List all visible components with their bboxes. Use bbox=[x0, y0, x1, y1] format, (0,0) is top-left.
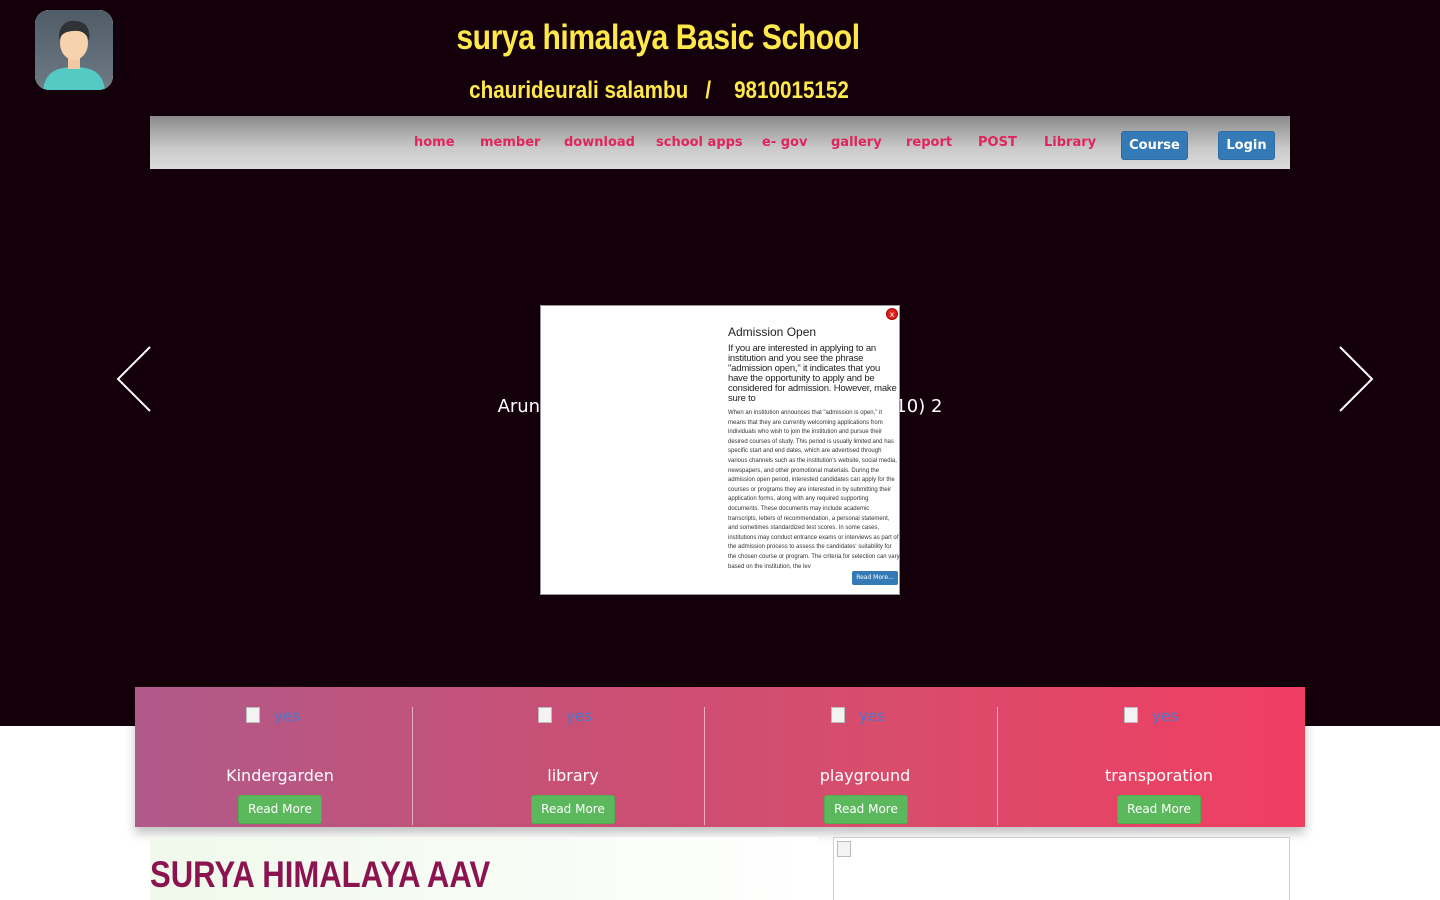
read-more-button-transporation[interactable]: Read More bbox=[1117, 795, 1201, 824]
read-more-button-playground[interactable]: Read More bbox=[824, 795, 908, 824]
popup-intro-text: If you are interested in applying to an … bbox=[728, 343, 897, 404]
nav-library[interactable]: Library bbox=[1044, 135, 1096, 150]
about-section-heading: SURYA HIMALAYA AAV bbox=[150, 854, 491, 895]
popup-title: Admission Open bbox=[728, 325, 817, 339]
feature-image-kindergarden: yes bbox=[246, 707, 300, 727]
popup-read-more-button[interactable]: Read More... bbox=[852, 571, 898, 585]
broken-image-icon bbox=[831, 707, 845, 723]
admission-popup: x Admission Open If you are interested i… bbox=[540, 305, 900, 595]
nav-download[interactable]: download bbox=[564, 135, 635, 150]
feature-divider bbox=[997, 707, 998, 825]
broken-image-icon bbox=[246, 707, 260, 723]
nav-post[interactable]: POST bbox=[978, 135, 1017, 150]
about-section-image bbox=[833, 837, 1290, 900]
feature-image-transporation: yes bbox=[1124, 707, 1178, 727]
nav-home[interactable]: home bbox=[414, 135, 455, 150]
main-navbar: home member download school apps e- gov … bbox=[150, 116, 1290, 169]
features-band: yes yes yes yes Kindergarden library pla… bbox=[135, 687, 1305, 827]
feature-label-library: library bbox=[547, 766, 599, 785]
feature-label-kindergarden: Kindergarden bbox=[226, 766, 334, 785]
chevron-left-icon[interactable] bbox=[116, 346, 152, 414]
read-more-button-kindergarden[interactable]: Read More bbox=[238, 795, 322, 824]
popup-body-text: When an institution announces that "admi… bbox=[728, 410, 900, 570]
feature-label-playground: playground bbox=[819, 766, 911, 785]
broken-image-icon bbox=[1124, 707, 1138, 723]
feature-divider bbox=[704, 707, 705, 825]
feature-label-transporation: transporation bbox=[1104, 766, 1214, 785]
school-name-title: surya himalaya Basic School bbox=[456, 18, 860, 57]
nav-report[interactable]: report bbox=[906, 135, 952, 150]
nav-school-apps[interactable]: school apps bbox=[656, 135, 743, 150]
nav-member[interactable]: member bbox=[480, 135, 540, 150]
broken-image-icon bbox=[538, 707, 552, 723]
read-more-button-library[interactable]: Read More bbox=[531, 795, 615, 824]
school-address-phone: chaurideurali salambu / 9810015152 bbox=[469, 77, 849, 104]
chevron-right-icon[interactable] bbox=[1338, 346, 1374, 414]
feature-divider bbox=[412, 707, 413, 825]
nav-gallery[interactable]: gallery bbox=[831, 135, 882, 150]
broken-image-icon bbox=[837, 841, 851, 857]
nav-e-gov[interactable]: e- gov bbox=[762, 135, 807, 150]
course-button[interactable]: Course bbox=[1121, 131, 1188, 160]
login-button[interactable]: Login bbox=[1218, 131, 1275, 160]
feature-image-playground: yes bbox=[831, 707, 885, 727]
close-icon[interactable]: x bbox=[886, 308, 898, 320]
feature-image-library: yes bbox=[538, 707, 592, 727]
